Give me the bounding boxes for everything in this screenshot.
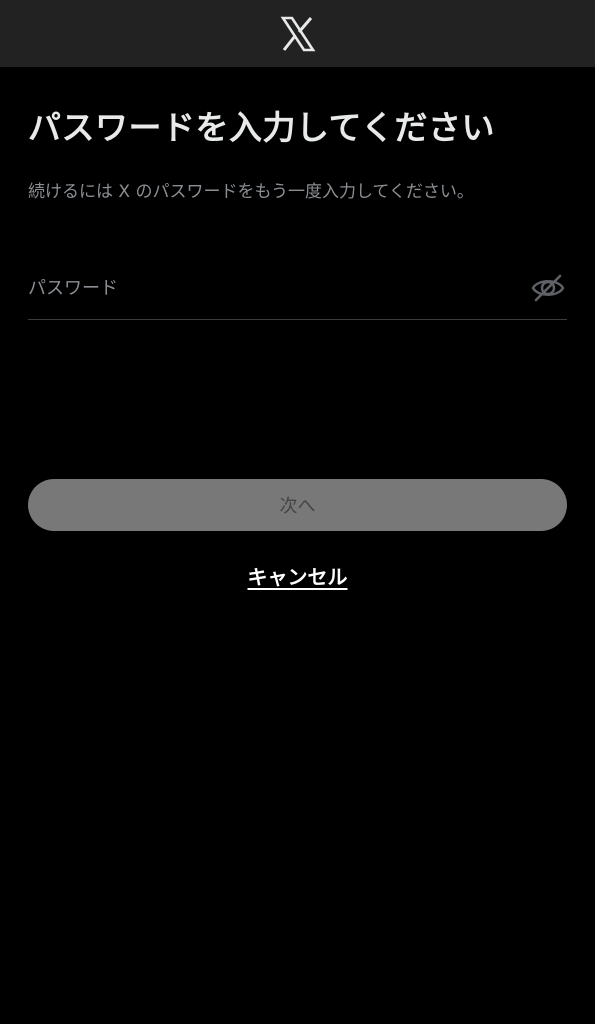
cancel-link[interactable]: キャンセル <box>248 565 348 589</box>
x-logo-icon <box>278 14 318 54</box>
page-subtitle: 続けるには X のパスワードをもう一度入力してください。 <box>28 182 474 202</box>
password-field <box>28 257 567 320</box>
cancel-container: キャンセル <box>28 561 567 590</box>
next-button[interactable]: 次へ <box>28 479 567 531</box>
eye-slash-icon[interactable] <box>529 269 567 307</box>
password-input[interactable] <box>28 268 529 308</box>
top-bar <box>0 0 595 67</box>
page-title: パスワードを入力してください <box>28 108 496 147</box>
